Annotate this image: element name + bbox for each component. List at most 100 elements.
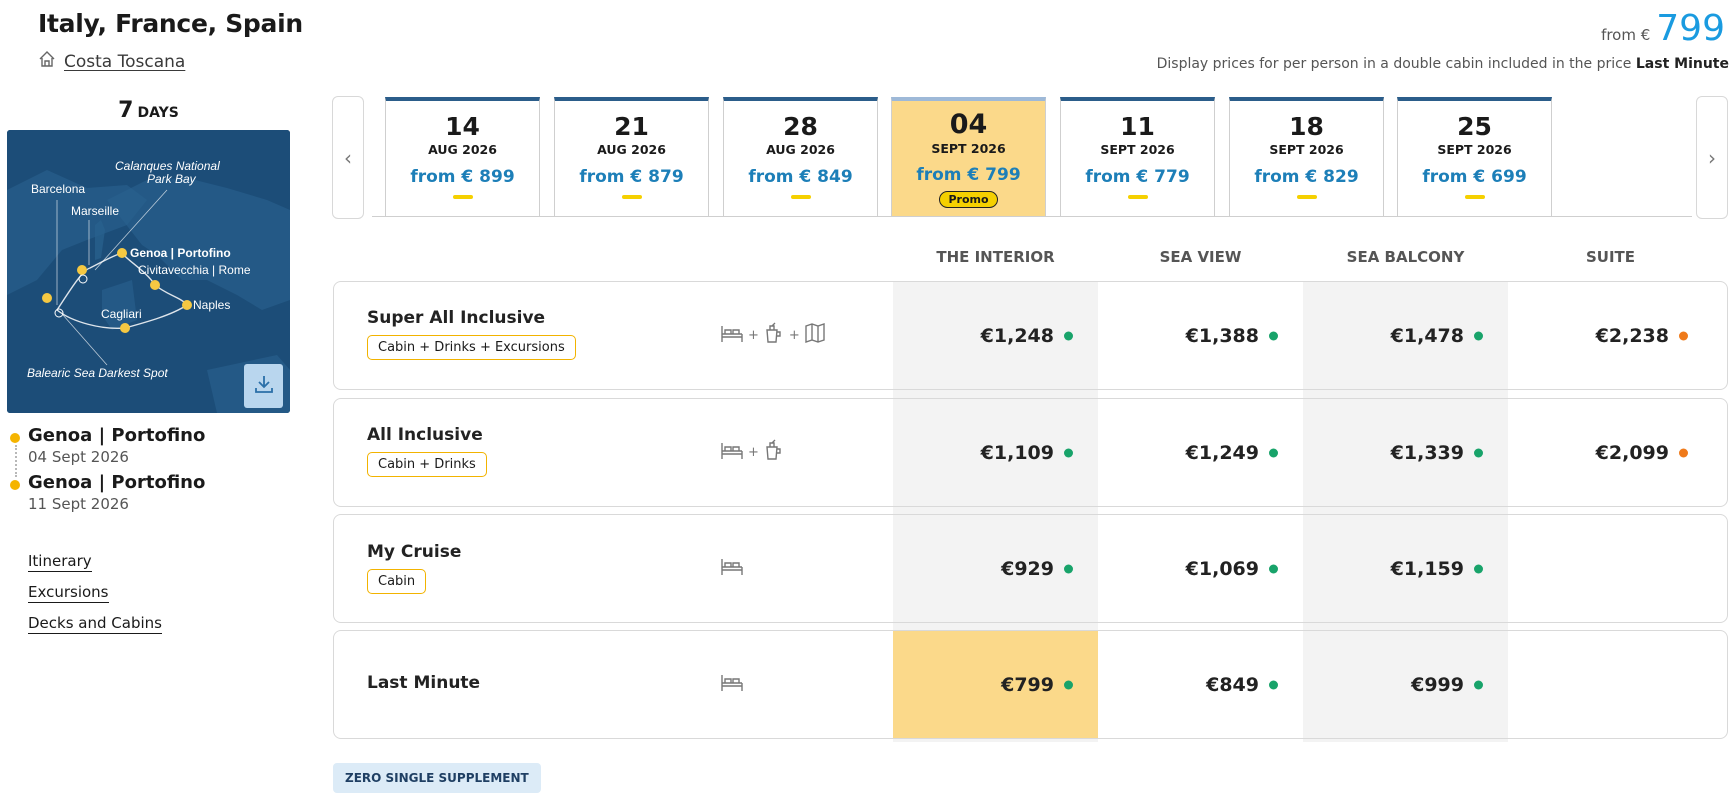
availability-dot	[1679, 448, 1688, 457]
date-card[interactable]: 21 AUG 2026 from € 879	[554, 97, 709, 217]
price-amount: €2,099	[1595, 441, 1669, 464]
date-day: 04	[949, 109, 988, 140]
date-price: from € 699	[1422, 167, 1527, 187]
package-icons	[720, 555, 744, 581]
days-label: DAYS	[137, 105, 179, 121]
price-amount: €1,109	[980, 441, 1054, 464]
package-name: All Inclusive	[367, 425, 483, 445]
price-disclaimer: Display prices for per person in a doubl…	[1157, 56, 1729, 72]
download-icon	[253, 373, 275, 399]
port-dot	[10, 433, 20, 443]
map-label-genoa: Genoa | Portofino	[130, 246, 231, 260]
column-header-sea-balcony: SEA BALCONY	[1346, 248, 1465, 266]
price-amount: €1,248	[980, 324, 1054, 347]
price-value: 799	[1656, 8, 1725, 49]
port-date: 11 Sept 2026	[28, 495, 129, 513]
page-title: Italy, France, Spain	[38, 9, 303, 38]
port-date: 04 Sept 2026	[28, 448, 129, 466]
map-label-cagliari: Cagliari	[101, 307, 142, 321]
carousel-next-button[interactable]: ›	[1696, 96, 1728, 219]
price-cell-selected[interactable]: €799	[893, 631, 1098, 738]
date-month: AUG 2026	[597, 142, 666, 157]
date-card[interactable]: 14 AUG 2026 from € 899	[385, 97, 540, 217]
price-cell[interactable]: €1,248	[893, 282, 1098, 389]
drink-icon	[763, 322, 785, 348]
package-name: Last Minute	[367, 673, 481, 693]
availability-dot	[1269, 331, 1278, 340]
date-day: 18	[1289, 112, 1324, 141]
date-marker	[1296, 195, 1317, 199]
price-cell[interactable]: €929	[893, 515, 1098, 622]
date-day: 14	[445, 112, 480, 141]
disclaimer-bold: Last Minute	[1635, 56, 1729, 72]
plus-icon: +	[748, 327, 759, 343]
price-cell[interactable]: €1,339	[1303, 399, 1508, 506]
disclaimer-text: Display prices for per person in a doubl…	[1156, 56, 1632, 72]
map-label-naples: Naples	[193, 298, 230, 312]
price-cell[interactable]: €1,109	[893, 399, 1098, 506]
date-marker	[452, 195, 473, 199]
price-cell[interactable]: €1,249	[1098, 399, 1303, 506]
price-cell[interactable]: €2,099	[1508, 399, 1713, 506]
carousel-prev-button[interactable]: ‹	[332, 96, 364, 219]
date-card-selected[interactable]: 04 SEPT 2026 from € 799 Promo	[891, 97, 1046, 217]
date-price: from € 779	[1085, 167, 1190, 187]
price-cell[interactable]: €1,159	[1303, 515, 1508, 622]
date-month: SEPT 2026	[1100, 142, 1175, 157]
bed-icon	[720, 439, 744, 465]
chevron-left-icon: ‹	[344, 145, 352, 170]
date-day: 25	[1457, 112, 1492, 141]
package-row: All Inclusive Cabin + Drinks + €1,109 €1…	[333, 398, 1728, 507]
promo-badge: Promo	[939, 191, 998, 208]
map-icon	[804, 322, 826, 348]
price-amount: €1,069	[1185, 557, 1259, 580]
price-cell[interactable]: €999	[1303, 631, 1508, 738]
map-label-civitavecchia: Civitavecchia | Rome	[138, 263, 251, 277]
package-icons	[720, 671, 744, 697]
column-header-sea-view: SEA VIEW	[1159, 248, 1242, 266]
map-label-calanques-2: Park Bay	[147, 172, 197, 186]
availability-dot	[1474, 680, 1483, 689]
drink-icon	[763, 439, 785, 465]
date-card[interactable]: 25 SEPT 2026 from € 699	[1397, 97, 1552, 217]
date-marker	[790, 195, 811, 199]
date-price: from € 849	[748, 167, 853, 187]
price-cell[interactable]: €1,478	[1303, 282, 1508, 389]
price-cell[interactable]: €2,238	[1508, 282, 1713, 389]
price-cell[interactable]: €1,388	[1098, 282, 1303, 389]
date-card[interactable]: 11 SEPT 2026 from € 779	[1060, 97, 1215, 217]
price-cell[interactable]: €849	[1098, 631, 1303, 738]
zero-single-supplement-badge: ZERO SINGLE SUPPLEMENT	[333, 763, 541, 793]
chevron-right-icon: ›	[1708, 145, 1716, 170]
price-amount: €2,238	[1595, 324, 1669, 347]
link-itinerary[interactable]: Itinerary	[28, 552, 92, 572]
price-amount: €799	[1001, 673, 1054, 696]
price-prefix: from €	[1601, 26, 1651, 44]
availability-dot	[1064, 331, 1073, 340]
date-month: AUG 2026	[428, 142, 497, 157]
date-marker	[1127, 195, 1148, 199]
header-price: from € 799	[1601, 8, 1725, 49]
package-icons: +	[720, 439, 785, 465]
price-amount: €1,159	[1390, 557, 1464, 580]
package-name: My Cruise	[367, 542, 462, 562]
link-decks-and-cabins[interactable]: Decks and Cabins	[28, 614, 162, 634]
map-label-balearic: Balearic Sea Darkest Spot	[27, 366, 168, 380]
ship-name[interactable]: Costa Toscana	[64, 52, 185, 72]
price-cell[interactable]: €1,069	[1098, 515, 1303, 622]
date-day: 11	[1120, 112, 1155, 141]
date-day: 21	[614, 112, 649, 141]
port-item: Genoa | Portofino 11 Sept 2026	[10, 472, 205, 513]
port-connector	[15, 445, 17, 477]
column-header-suite: SUITE	[1585, 248, 1636, 266]
date-marker	[1464, 195, 1485, 199]
port-dot	[10, 480, 20, 490]
ship-link[interactable]: Costa Toscana	[38, 50, 185, 73]
package-tag: Cabin	[367, 569, 427, 594]
link-excursions[interactable]: Excursions	[28, 583, 109, 603]
date-month: SEPT 2026	[931, 141, 1006, 156]
download-button[interactable]	[244, 364, 283, 408]
availability-dot	[1474, 331, 1483, 340]
date-card[interactable]: 28 AUG 2026 from € 849	[723, 97, 878, 217]
date-card[interactable]: 18 SEPT 2026 from € 829	[1229, 97, 1384, 217]
